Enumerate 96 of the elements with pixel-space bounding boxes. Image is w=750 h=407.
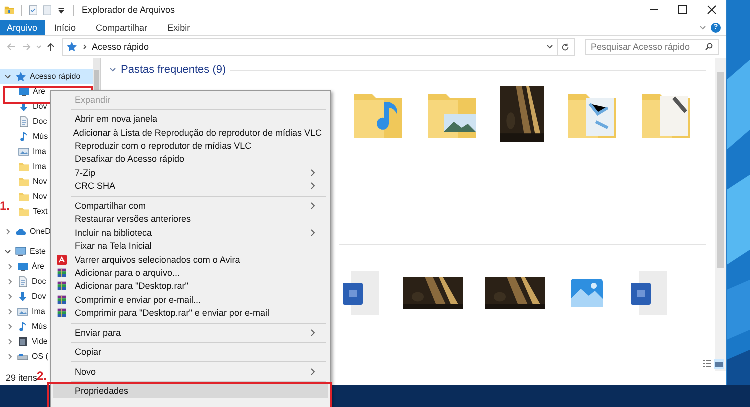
nav-item[interactable]: Doc — [33, 117, 48, 126]
nav-item[interactable]: Mús — [32, 322, 48, 331]
arrow-up-icon — [46, 42, 56, 52]
document-icon — [629, 269, 669, 317]
chevron-right-icon[interactable] — [6, 262, 14, 270]
step-number: 1. — [0, 200, 10, 212]
star-icon — [66, 41, 78, 53]
menu-item[interactable]: Comprimir para "Desktop.rar" e enviar por e-mail — [53, 306, 328, 320]
nav-item[interactable]: Nov — [33, 192, 48, 201]
nav-item[interactable]: Vide — [32, 337, 48, 346]
books-icon — [57, 268, 67, 278]
ribbon-tab[interactable]: Início — [44, 20, 86, 35]
folder-icon[interactable] — [4, 4, 15, 16]
nav-item[interactable]: Doc — [32, 277, 46, 286]
umbrella-icon — [57, 254, 67, 265]
document-icon — [17, 276, 29, 288]
menu-item[interactable]: Adicionar à Lista de Reprodução do reprodutor de mídias VLC — [53, 126, 328, 140]
chevron-right-icon[interactable] — [6, 338, 14, 346]
star-icon — [15, 70, 27, 82]
close-icon — [706, 5, 716, 15]
nav-item[interactable]: Dov — [32, 292, 46, 301]
nav-item[interactable]: Ima — [32, 307, 46, 316]
step-number: 2. — [37, 370, 48, 382]
menu-item[interactable]: 7-Zip — [53, 166, 328, 180]
books-icon — [57, 281, 67, 292]
chevron-right-icon[interactable] — [4, 228, 12, 236]
chevron-right-icon[interactable] — [6, 352, 14, 360]
item-count: 29 itens — [6, 373, 38, 383]
menu-item[interactable]: Varrer arquivos selecionados com o Avira — [53, 252, 328, 266]
image-icon — [17, 306, 29, 318]
books-icon — [57, 308, 67, 318]
folder-icon — [18, 206, 30, 218]
scrollbar[interactable] — [715, 58, 726, 371]
nav-item[interactable]: Text — [33, 207, 48, 216]
maximize-icon — [678, 5, 688, 15]
menu-item[interactable]: Fixar na Tela Inicial — [53, 239, 328, 253]
chevron-right-icon[interactable] — [6, 308, 14, 316]
checklist-icon[interactable] — [28, 4, 39, 16]
music-note-icon — [17, 320, 29, 332]
folder-icon — [18, 176, 30, 188]
details-view-icon[interactable] — [702, 359, 712, 369]
chevron-down-icon[interactable] — [4, 248, 12, 256]
arrow-left-icon — [6, 42, 16, 52]
nav-item[interactable]: Ima — [33, 147, 46, 156]
monitor-icon — [15, 246, 27, 258]
nav-item[interactable]: Nov — [33, 177, 48, 186]
menu-item[interactable]: Abrir em nova janela — [53, 112, 328, 126]
books-icon — [57, 294, 67, 305]
search-icon — [705, 43, 713, 51]
address-text: Acesso rápido — [92, 42, 150, 52]
menu-item[interactable]: Adicionar para "Desktop.rar" — [53, 280, 328, 294]
chevron-right-icon[interactable] — [6, 292, 14, 300]
image-icon — [18, 146, 30, 158]
menu-item[interactable]: Restaurar versões anteriores — [53, 212, 328, 226]
monitor-icon — [17, 260, 29, 272]
ribbon-tab[interactable]: Compartilhar — [86, 20, 158, 35]
menu-item[interactable]: Reproduzir com o reprodutor de mídias VLC — [53, 139, 328, 153]
nav-item[interactable]: Áre — [33, 87, 46, 96]
film-icon — [17, 336, 29, 348]
chevron-right-icon[interactable] — [6, 278, 14, 286]
chevron-down-icon[interactable] — [546, 43, 554, 51]
arrow-right-icon — [22, 42, 32, 52]
menu-item[interactable]: CRC SHA — [53, 180, 328, 194]
menu-item[interactable]: Desafixar do Acesso rápido — [53, 152, 328, 166]
chevron-right-icon — [82, 44, 88, 50]
document-icon — [341, 269, 381, 317]
music-note-icon — [18, 130, 30, 142]
file-menu-tab[interactable]: Arquivo — [0, 20, 45, 35]
search-field[interactable]: Pesquisar Acesso rápido — [585, 39, 719, 55]
chevron-right-icon[interactable] — [6, 322, 14, 330]
nav-item[interactable]: Mús — [33, 132, 48, 141]
menu-item[interactable]: Incluir na biblioteca — [53, 226, 328, 240]
nav-item[interactable]: OneD — [30, 227, 51, 236]
address-field[interactable]: Acesso rápido — [62, 38, 575, 56]
section-title[interactable]: Pastas frequentes (9) — [121, 64, 226, 76]
folder-icon — [18, 190, 30, 202]
menu-item[interactable]: Copiar — [53, 345, 328, 359]
nav-item[interactable]: Áre — [32, 262, 44, 271]
menu-item[interactable]: Adicionar para o arquivo... — [53, 266, 328, 280]
chevron-down-icon[interactable] — [4, 72, 12, 80]
folder-icon — [18, 160, 30, 172]
chevron-down-icon[interactable] — [109, 66, 117, 74]
menu-item[interactable]: Enviar para — [53, 326, 328, 340]
ribbon-tab[interactable]: Exibir — [158, 20, 200, 35]
document-icon — [18, 116, 30, 128]
menu-item[interactable]: Compartilhar com — [53, 199, 328, 212]
menu-item[interactable]: Comprimir e enviar por e-mail... — [53, 293, 328, 307]
nav-item[interactable]: Este — [30, 247, 46, 256]
refresh-icon[interactable] — [561, 42, 570, 52]
tiles-view-icon[interactable] — [714, 359, 724, 369]
download-icon — [17, 290, 29, 302]
menu-item[interactable]: Novo — [53, 364, 328, 378]
nav-item[interactable]: Ima — [33, 162, 46, 171]
window-title: Explorador de Arquivos — [82, 5, 176, 15]
nav-item[interactable]: OS ( — [32, 352, 48, 361]
menu-item[interactable]: Propriedades — [53, 384, 328, 398]
